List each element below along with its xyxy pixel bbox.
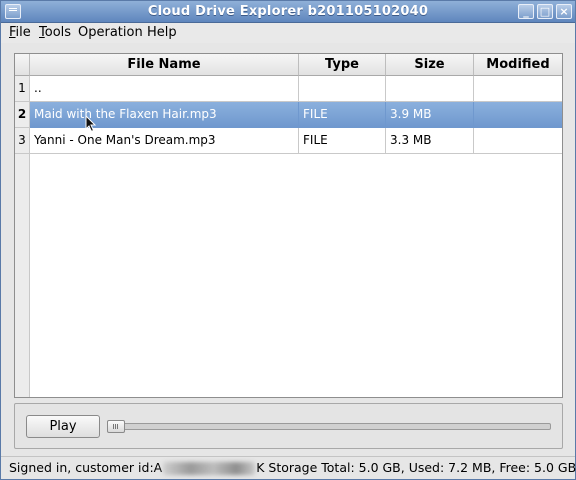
column-header-type[interactable]: Type <box>299 54 386 76</box>
type-cell[interactable]: FILE <box>299 128 386 154</box>
menu-file[interactable]: File <box>9 25 31 40</box>
type-cell[interactable]: FILE <box>299 102 386 128</box>
file-name-cell[interactable]: Yanni - One Man's Dream.mp3 <box>30 128 299 154</box>
window-title: Cloud Drive Explorer b201105102040 <box>147 4 429 19</box>
table-corner <box>15 54 30 76</box>
play-button[interactable]: Play <box>26 415 100 438</box>
redacted-customer-id <box>163 462 256 475</box>
progress-slider-thumb[interactable] <box>107 420 125 433</box>
modified-cell[interactable] <box>474 102 562 128</box>
status-bar: Signed in, customer id:A K Storage Total:… <box>1 456 576 479</box>
mouse-pointer-icon <box>85 115 97 133</box>
type-cell[interactable] <box>299 76 386 102</box>
table-row[interactable]: 3 Yanni - One Man's Dream.mp3 FILE 3.3 M… <box>15 128 562 154</box>
file-name-cell[interactable]: Maid with the Flaxen Hair.mp3 <box>30 102 299 128</box>
table-row-selected[interactable]: 2 Maid with the Flaxen Hair.mp3 FILE 3.9… <box>15 102 562 128</box>
progress-slider-track[interactable] <box>107 423 551 430</box>
column-header-size[interactable]: Size <box>386 54 474 76</box>
player-panel: Play <box>14 403 563 449</box>
row-number: 3 <box>15 128 30 154</box>
close-button[interactable]: × <box>556 4 572 19</box>
modified-cell[interactable] <box>474 128 562 154</box>
row-number: 2 <box>15 102 30 128</box>
size-cell[interactable] <box>386 76 474 102</box>
menu-help[interactable]: Help <box>147 25 177 40</box>
minimize-button[interactable]: _ <box>518 4 534 19</box>
modified-cell[interactable] <box>474 76 562 102</box>
status-text: Signed in, customer id:A K Storage Total:… <box>9 460 576 475</box>
table-row[interactable]: 1 .. <box>15 76 562 102</box>
menu-tools[interactable]: Tools <box>39 25 71 40</box>
title-bar[interactable]: Cloud Drive Explorer b201105102040 _ □ × <box>1 1 575 23</box>
menu-operation[interactable]: Operation <box>78 25 143 40</box>
file-name-cell[interactable]: .. <box>30 76 299 102</box>
menu-bar: File Tools Operation Help <box>1 23 575 43</box>
app-window: Cloud Drive Explorer b201105102040 _ □ ×… <box>0 0 576 480</box>
size-cell[interactable]: 3.9 MB <box>386 102 474 128</box>
row-number: 1 <box>15 76 30 102</box>
column-header-modified[interactable]: Modified <box>474 54 562 76</box>
size-cell[interactable]: 3.3 MB <box>386 128 474 154</box>
maximize-button[interactable]: □ <box>537 4 553 19</box>
file-table[interactable]: File Name Type Size Modified 1 .. 2 Maid… <box>14 53 563 398</box>
column-header-file-name[interactable]: File Name <box>30 54 299 76</box>
